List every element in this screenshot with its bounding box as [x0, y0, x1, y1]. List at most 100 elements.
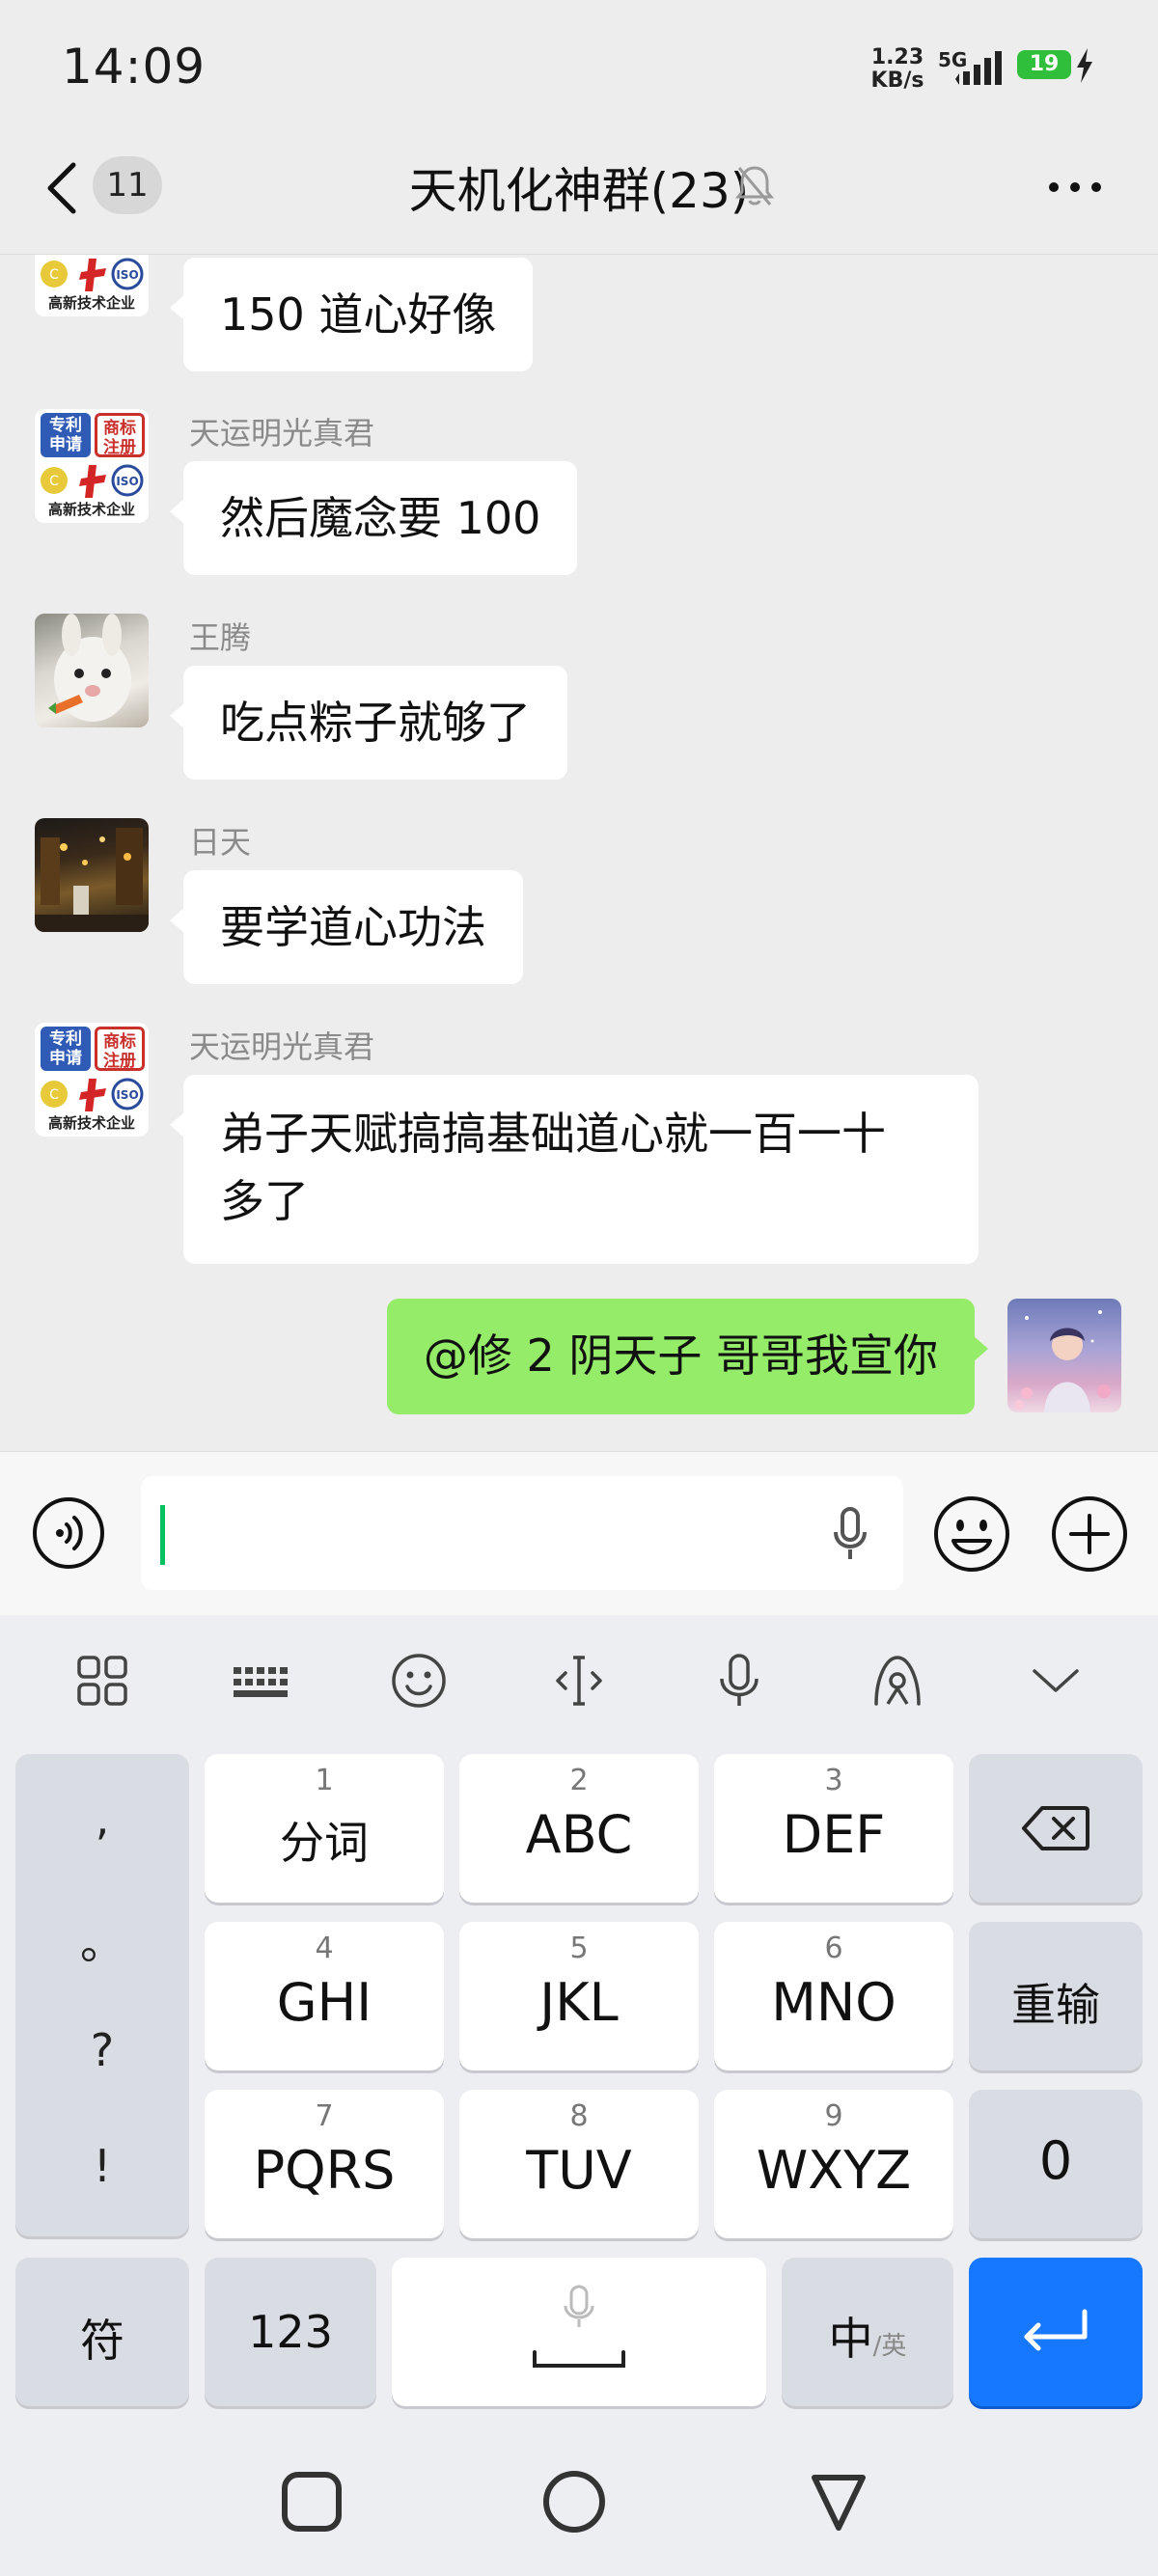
- message-text: 150 道心好像: [220, 288, 497, 341]
- keyboard-icon[interactable]: [232, 1652, 290, 1710]
- punct-exclaim[interactable]: !: [15, 2140, 189, 2192]
- key-label: JKL: [539, 1972, 619, 2033]
- sender-name: 天运明光真君: [189, 1028, 375, 1065]
- mute-bell-icon: [734, 166, 775, 206]
- text-caret: [160, 1505, 165, 1565]
- key-label: 0: [1038, 2130, 1073, 2191]
- lang-main-label: 中: [828, 2313, 873, 2365]
- svg-text:ISO: ISO: [116, 1088, 138, 1102]
- key-3[interactable]: 3 DEF: [714, 1754, 953, 1903]
- key-digit: 7: [315, 2099, 334, 2133]
- charging-icon: [1077, 48, 1092, 83]
- message-bubble[interactable]: 弟子天赋搞搞基础道心就一百一十 多了: [170, 1075, 979, 1264]
- message-bubble[interactable]: 150 道心好像: [169, 258, 534, 371]
- key-label: 符: [80, 2315, 124, 2367]
- punct-period[interactable]: 。: [15, 1908, 189, 1972]
- chat-message-list[interactable]: C ISO 高新技术企业 150 道心好像 专利 申请 商标 注册 C ISO …: [0, 255, 1158, 1451]
- space-mic-icon: [533, 2285, 625, 2368]
- key-digit: 9: [824, 2099, 843, 2133]
- my-avatar[interactable]: [1007, 1299, 1121, 1412]
- sender-name: 天运明光真君: [189, 415, 375, 452]
- key-label: TUV: [526, 2140, 632, 2201]
- key-label: 123: [248, 2306, 333, 2358]
- key-digit: 4: [315, 1932, 334, 1965]
- mic-icon[interactable]: [710, 1652, 768, 1710]
- key-digit: 3: [824, 1764, 843, 1797]
- sender-avatar[interactable]: 专利 申请 商标 注册 C ISO 高新技术企业: [35, 409, 149, 523]
- network-speed-unit: KB/s: [870, 69, 924, 93]
- corp-logo-icon: C ISO: [41, 464, 144, 498]
- home-circle-icon[interactable]: [542, 2470, 606, 2534]
- key-5[interactable]: 5 JKL: [459, 1922, 699, 2070]
- status-time: 14:09: [62, 39, 207, 95]
- enter-key[interactable]: [969, 2258, 1143, 2406]
- key-label: 分词: [280, 1817, 369, 1869]
- cursor-icon[interactable]: [550, 1652, 608, 1710]
- punct-comma[interactable]: ,: [15, 1793, 189, 1845]
- key-digit: 5: [569, 1932, 589, 1965]
- key-4[interactable]: 4 GHI: [205, 1922, 444, 2070]
- key-6[interactable]: 6 MNO: [714, 1922, 953, 2070]
- corp-caption: 高新技术企业: [47, 294, 135, 312]
- my-message-bubble[interactable]: @修 2 阴天子 哥哥我宣你: [386, 1299, 989, 1414]
- symbols-key[interactable]: 符: [15, 2258, 189, 2406]
- emoji-icon[interactable]: [390, 1652, 448, 1710]
- back-triangle-icon[interactable]: [807, 2470, 870, 2534]
- sender-avatar[interactable]: 专利 申请 商标 注册 C ISO 高新技术企业: [35, 1023, 149, 1137]
- svg-text:ISO: ISO: [116, 268, 138, 282]
- key-label: PQRS: [253, 2140, 396, 2201]
- key-label: MNO: [771, 1972, 896, 2033]
- network-speed: 1.23 KB/s: [868, 46, 926, 93]
- corp-logo-icon: C ISO: [41, 1078, 144, 1111]
- message-bubble[interactable]: 然后魔念要 100: [169, 461, 578, 575]
- corp-logo-icon: C ISO: [41, 258, 144, 291]
- key-9[interactable]: 9 WXYZ: [714, 2090, 953, 2238]
- key-digit: 1: [315, 1764, 334, 1797]
- message-bubble[interactable]: 要学道心功法: [170, 870, 523, 984]
- key-7[interactable]: 7 PQRS: [205, 2090, 444, 2238]
- numbers-key[interactable]: 123: [205, 2258, 376, 2406]
- key-2[interactable]: 2 ABC: [459, 1754, 699, 1903]
- sender-avatar[interactable]: C ISO 高新技术企业: [35, 255, 149, 316]
- sender-avatar[interactable]: [35, 614, 149, 727]
- chat-title: 天机化神群(23): [0, 152, 1158, 222]
- message-text: 然后魔念要 100: [220, 492, 541, 544]
- space-key[interactable]: [392, 2258, 766, 2406]
- punctuation-panel[interactable]: , 。 ? !: [15, 1754, 189, 2236]
- handwrite-icon[interactable]: [868, 1652, 926, 1710]
- message-text: @修 2 阴天子 哥哥我宣你: [423, 1329, 938, 1382]
- key-label: DEF: [782, 1804, 886, 1865]
- key-1[interactable]: 1 分词: [205, 1754, 444, 1903]
- sender-avatar[interactable]: [35, 818, 149, 932]
- night-street-photo-icon: [35, 828, 149, 932]
- punct-question[interactable]: ?: [15, 2024, 189, 2076]
- key-digit: 2: [569, 1764, 589, 1797]
- message-input[interactable]: [141, 1476, 903, 1590]
- corp-tile-trademark: 商标 注册: [95, 1027, 145, 1071]
- plus-circle-icon[interactable]: [1050, 1494, 1129, 1574]
- zero-key[interactable]: 0: [969, 2090, 1143, 2238]
- message-text: 要学道心功法: [220, 901, 486, 953]
- key-8[interactable]: 8 TUV: [459, 2090, 699, 2238]
- key-label: ABC: [525, 1804, 633, 1865]
- language-toggle-key[interactable]: 中/英: [782, 2258, 953, 2406]
- mic-icon[interactable]: [832, 1507, 868, 1561]
- more-dots-icon[interactable]: [1048, 181, 1102, 193]
- svg-text:C: C: [49, 267, 59, 283]
- signal-bars-icon: [955, 51, 1002, 85]
- collapse-keyboard-icon[interactable]: [1027, 1652, 1085, 1710]
- message-bubble[interactable]: 吃点粽子就够了: [170, 666, 567, 780]
- message-text-line: 弟子天赋搞搞基础道心就一百一十: [220, 1108, 886, 1160]
- message-text: 吃点粽子就够了: [220, 697, 531, 749]
- corp-caption: 高新技术企业: [47, 501, 135, 518]
- svg-text:ISO: ISO: [116, 475, 138, 488]
- emoji-icon[interactable]: [932, 1494, 1011, 1574]
- grid-icon[interactable]: [73, 1652, 131, 1710]
- sender-name: 日天: [189, 824, 252, 861]
- voice-mode-icon[interactable]: [31, 1495, 106, 1571]
- reenter-key[interactable]: 重输: [969, 1922, 1143, 2070]
- recents-square-icon[interactable]: [280, 2470, 344, 2534]
- backspace-key[interactable]: [969, 1754, 1143, 1903]
- chat-title-text: 天机化神群(23): [408, 163, 750, 219]
- key-label: GHI: [276, 1972, 372, 2033]
